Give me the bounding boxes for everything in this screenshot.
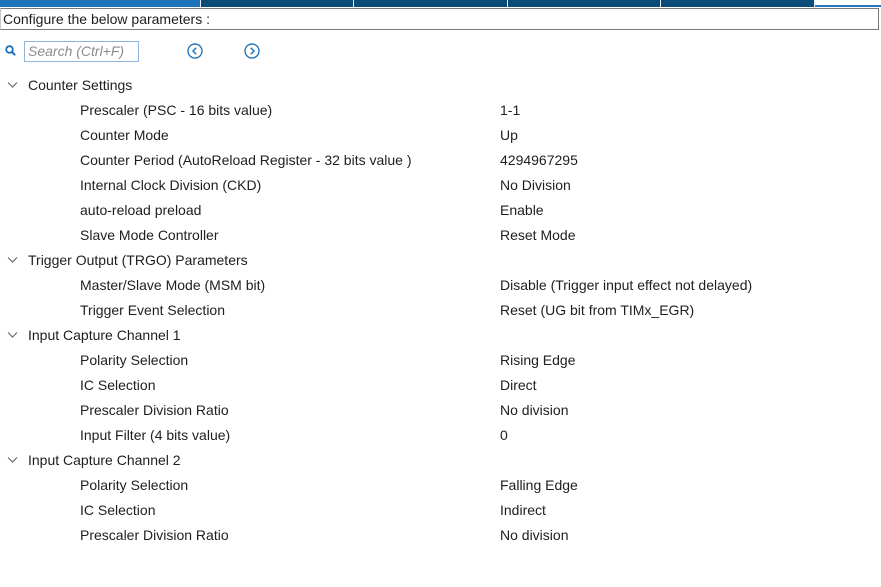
parameter-value[interactable]: No division	[500, 398, 568, 423]
tab-active[interactable]	[0, 0, 201, 7]
group-label: Input Capture Channel 1	[28, 327, 181, 343]
parameter-value[interactable]: Enable	[500, 198, 544, 223]
parameter-name: Slave Mode Controller	[80, 227, 219, 243]
parameter-row[interactable]: Polarity Selection Falling Edge	[0, 473, 881, 498]
parameter-row[interactable]: Internal Clock Division (CKD) No Division	[0, 173, 881, 198]
chevron-down-icon[interactable]	[7, 256, 18, 264]
group-label: Counter Settings	[28, 77, 133, 93]
parameter-name: Counter Period (AutoReload Register - 32…	[80, 152, 412, 168]
parameter-name: Prescaler (PSC - 16 bits value)	[80, 102, 273, 118]
group-label: Trigger Output (TRGO) Parameters	[28, 252, 248, 268]
next-icon[interactable]	[243, 42, 261, 60]
parameter-row[interactable]: auto-reload preload Enable	[0, 198, 881, 223]
parameter-value[interactable]: Direct	[500, 373, 537, 398]
parameter-name: IC Selection	[80, 502, 156, 518]
tab[interactable]	[354, 0, 508, 7]
search-toolbar: Search (Ctrl+F)	[0, 41, 400, 63]
parameter-row[interactable]: Prescaler Division Ratio No division	[0, 398, 881, 423]
tab[interactable]	[661, 0, 815, 7]
parameter-value[interactable]: Up	[500, 123, 518, 148]
parameter-value[interactable]: Falling Edge	[500, 473, 578, 498]
parameter-value[interactable]: No Division	[500, 173, 571, 198]
parameter-name: Prescaler Division Ratio	[80, 402, 229, 418]
parameter-value[interactable]: Disable (Trigger input effect not delaye…	[500, 273, 752, 298]
tab[interactable]	[815, 0, 881, 7]
group-header[interactable]: Input Capture Channel 1	[0, 323, 881, 348]
chevron-down-icon[interactable]	[7, 81, 18, 89]
parameter-row[interactable]: Prescaler (PSC - 16 bits value) 1-1	[0, 98, 881, 123]
parameter-value[interactable]: 1-1	[500, 98, 520, 123]
parameter-row[interactable]: Input Filter (4 bits value) 0	[0, 423, 881, 448]
parameter-row[interactable]: IC Selection Indirect	[0, 498, 881, 523]
parameter-value[interactable]: Reset (UG bit from TIMx_EGR)	[500, 298, 694, 323]
group-header[interactable]: Trigger Output (TRGO) Parameters	[0, 248, 881, 273]
tab-bar	[0, 0, 881, 7]
parameter-name: Counter Mode	[80, 127, 169, 143]
parameter-name: Polarity Selection	[80, 352, 189, 368]
previous-icon[interactable]	[186, 42, 204, 60]
parameter-name: Prescaler Division Ratio	[80, 527, 229, 543]
parameter-row[interactable]: IC Selection Direct	[0, 373, 881, 398]
parameter-name: Internal Clock Division (CKD)	[80, 177, 262, 193]
group-label: Input Capture Channel 2	[28, 452, 181, 468]
parameter-value[interactable]: No division	[500, 523, 568, 548]
parameter-row[interactable]: Polarity Selection Rising Edge	[0, 348, 881, 373]
parameter-row[interactable]: Slave Mode Controller Reset Mode	[0, 223, 881, 248]
parameter-value[interactable]: 4294967295	[500, 148, 578, 173]
tab[interactable]	[508, 0, 661, 7]
configure-header: Configure the below parameters :	[0, 8, 879, 30]
parameter-row[interactable]: Prescaler Division Ratio No division	[0, 523, 881, 548]
parameter-name: auto-reload preload	[80, 202, 202, 218]
parameter-name: Master/Slave Mode (MSM bit)	[80, 277, 266, 293]
parameter-row[interactable]: Counter Period (AutoReload Register - 32…	[0, 148, 881, 173]
parameter-value[interactable]: Indirect	[500, 498, 546, 523]
parameter-row[interactable]: Master/Slave Mode (MSM bit) Disable (Trig…	[0, 273, 881, 298]
tab[interactable]	[201, 0, 354, 7]
parameter-name: Input Filter (4 bits value)	[80, 427, 231, 443]
parameter-value[interactable]: Rising Edge	[500, 348, 576, 373]
parameter-name: Polarity Selection	[80, 477, 189, 493]
parameter-name: Trigger Event Selection	[80, 302, 225, 318]
search-input[interactable]: Search (Ctrl+F)	[24, 41, 139, 62]
search-icon[interactable]	[5, 45, 16, 56]
parameter-value[interactable]: 0	[500, 423, 508, 448]
chevron-down-icon[interactable]	[7, 331, 18, 339]
chevron-down-icon[interactable]	[7, 456, 18, 464]
group-header[interactable]: Counter Settings	[0, 73, 881, 98]
parameter-value[interactable]: Reset Mode	[500, 223, 575, 248]
parameter-name: IC Selection	[80, 377, 156, 393]
parameter-row[interactable]: Counter Mode Up	[0, 123, 881, 148]
parameter-row[interactable]: Trigger Event Selection Reset (UG bit fro…	[0, 298, 881, 323]
group-header[interactable]: Input Capture Channel 2	[0, 448, 881, 473]
